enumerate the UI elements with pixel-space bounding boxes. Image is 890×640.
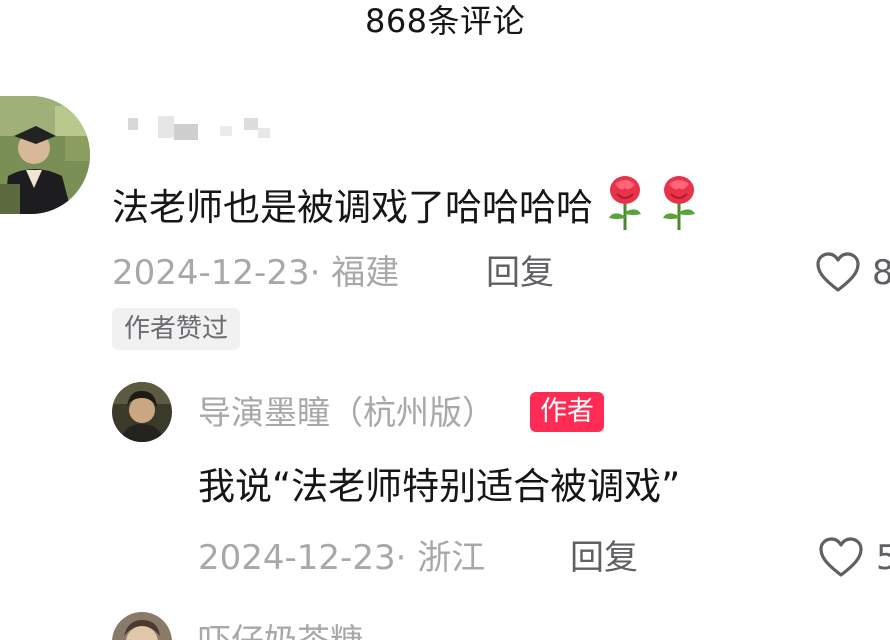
reply-button[interactable]: 回复 — [570, 536, 638, 580]
like-count: 8 — [872, 253, 890, 293]
heart-icon[interactable] — [815, 251, 861, 293]
comment-body: 法老师也是被调戏了哈哈哈哈 — [112, 186, 593, 229]
username-blurred[interactable] — [128, 112, 278, 142]
avatar[interactable] — [112, 382, 172, 442]
reply-button[interactable]: 回复 — [486, 251, 554, 295]
next-comment-username[interactable]: 吓仔奶茶糖 — [198, 618, 363, 640]
comments-panel: 868条评论 法老师也是被调戏了哈哈哈哈 2024-12-23· 福建 回复 8… — [0, 0, 890, 640]
comment-text: 法老师也是被调戏了哈哈哈哈 — [112, 174, 701, 245]
author-liked-tag: 作者赞过 — [112, 308, 241, 350]
author-badge: 作者 — [530, 392, 604, 432]
comment-date-location: 2024-12-23· 福建 — [112, 253, 400, 293]
avatar[interactable] — [0, 96, 90, 214]
rose-icon — [603, 174, 647, 245]
avatar[interactable] — [112, 612, 172, 640]
reply-username[interactable]: 导演墨瞳（杭州版） — [198, 390, 495, 436]
reply-date-location: 2024-12-23· 浙江 — [198, 538, 486, 578]
heart-icon[interactable] — [818, 536, 864, 578]
rose-icon — [657, 174, 701, 245]
comment-count-title: 868条评论 — [364, 2, 526, 40]
like-count: 5 — [876, 538, 890, 578]
reply-text: 我说“法老师特别适合被调戏” — [198, 465, 681, 508]
